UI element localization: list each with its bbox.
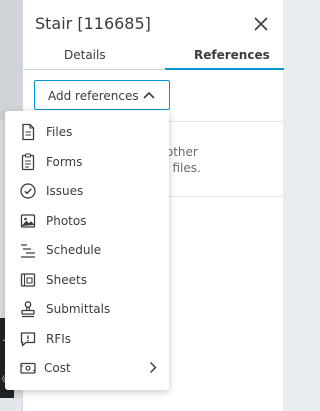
- rfi-icon: [20, 332, 36, 347]
- menu-item-rfis[interactable]: RFIs: [5, 326, 169, 352]
- menu-item-submittals[interactable]: Submittals: [5, 296, 169, 322]
- menu-item-label: Photos: [46, 214, 87, 228]
- menu-item-sheets[interactable]: Sheets: [5, 267, 169, 293]
- menu-item-forms[interactable]: Forms: [5, 149, 169, 175]
- menu-item-issues[interactable]: Issues: [5, 178, 169, 204]
- menu-item-label: RFIs: [46, 332, 72, 346]
- tab-bar: Details References: [23, 44, 284, 70]
- menu-item-label: Forms: [46, 155, 83, 169]
- menu-item-label: Submittals: [46, 302, 111, 316]
- issues-check-circle-icon: [20, 183, 36, 199]
- menu-item-files[interactable]: Files: [5, 119, 169, 145]
- background-footer: [0, 398, 22, 411]
- panel-title: Stair [116685]: [35, 14, 151, 33]
- file-icon: [22, 123, 35, 141]
- menu-item-cost[interactable]: Cost: [5, 355, 169, 381]
- tab-details[interactable]: Details: [64, 48, 106, 62]
- close-button[interactable]: [251, 14, 271, 34]
- tab-references[interactable]: References: [194, 48, 270, 62]
- close-icon: [254, 17, 268, 31]
- menu-item-label: Files: [46, 125, 73, 139]
- forms-clipboard-icon: [21, 153, 35, 171]
- schedule-icon: [21, 244, 35, 258]
- sheets-icon: [20, 273, 36, 287]
- submittals-stamp-icon: [21, 301, 35, 318]
- menu-item-schedule[interactable]: Schedule: [5, 237, 169, 263]
- background-shade: [0, 0, 22, 120]
- cost-icon: [20, 362, 36, 374]
- add-references-menu: Files Forms Issues Photos Schedule Sheet…: [5, 111, 169, 390]
- chevron-right-icon: [150, 362, 157, 373]
- menu-item-label: Issues: [46, 184, 84, 198]
- menu-item-photos[interactable]: Photos: [5, 208, 169, 234]
- add-references-label: Add references: [48, 89, 139, 103]
- menu-item-label: Cost: [44, 361, 71, 375]
- menu-item-label: Sheets: [46, 273, 87, 287]
- chevron-up-icon: [143, 91, 155, 99]
- add-references-button[interactable]: Add references: [34, 80, 170, 110]
- photo-icon: [20, 214, 36, 228]
- menu-item-label: Schedule: [46, 243, 102, 257]
